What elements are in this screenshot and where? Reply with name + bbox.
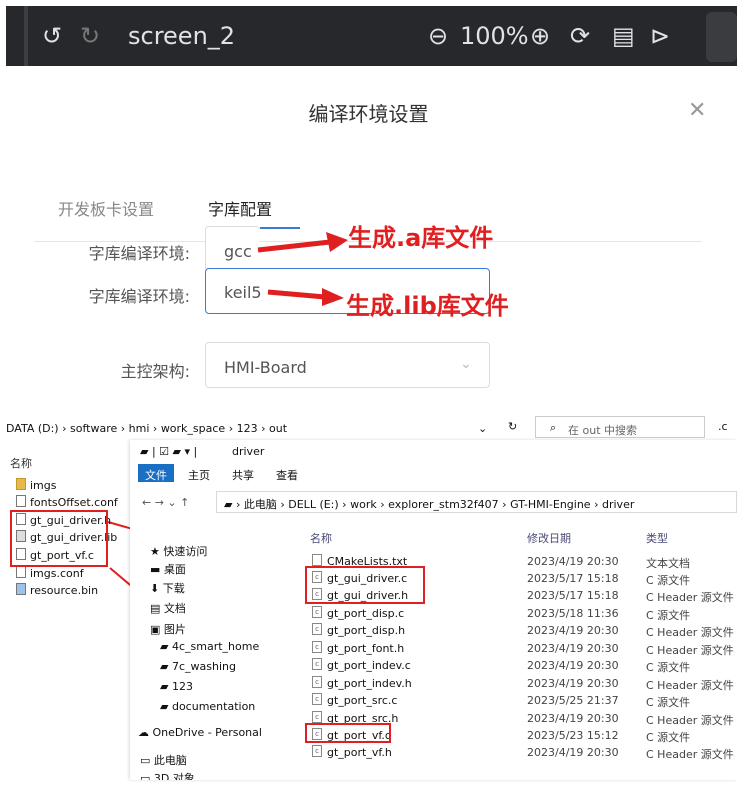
ribbon-file-label: 文件 xyxy=(145,469,167,482)
c-file-icon: c xyxy=(312,711,322,723)
bin-file-icon xyxy=(16,583,26,595)
row-type: C Header 源文件 xyxy=(646,591,734,604)
crumb[interactable]: explorer_stm32f407 xyxy=(388,498,499,511)
row-date: 2023/4/19 20:30 xyxy=(527,746,619,759)
row-date: 2023/5/23 15:12 xyxy=(527,729,619,742)
crumb[interactable]: out xyxy=(269,422,287,435)
crumb[interactable]: driver xyxy=(602,498,634,511)
window-title: driver xyxy=(232,445,265,458)
row-date: 2023/5/25 21:37 xyxy=(527,694,619,707)
crumb[interactable]: GT-HMI-Engine xyxy=(510,498,591,511)
ribbon-home[interactable]: 主页 xyxy=(188,467,210,483)
row-type: C 源文件 xyxy=(646,661,691,674)
title-bar-icons: ▰ | ☑ ▰ ▾ | xyxy=(140,445,198,458)
crumb-drive[interactable]: DATA (D:) xyxy=(6,422,59,435)
c-file-icon: c xyxy=(312,676,322,688)
row-type: C Header 源文件 xyxy=(646,644,734,657)
row-date: 2023/5/17 15:18 xyxy=(527,589,619,602)
row-type: 文本文档 xyxy=(646,557,690,570)
row-type: C Header 源文件 xyxy=(646,748,734,761)
nav-quick-access[interactable]: ★ 快速访问 xyxy=(150,543,207,559)
row-date: 2023/4/19 20:30 xyxy=(527,555,619,568)
search-icon: ⌕ xyxy=(550,421,557,434)
row-name[interactable]: gt_port_indev.h xyxy=(327,677,412,690)
search-placeholder: 在 out 中搜索 xyxy=(568,424,638,437)
nav-this-pc[interactable]: ▭ 此电脑 xyxy=(140,752,187,768)
nav-folder[interactable]: ▰ 123 xyxy=(160,680,193,693)
row-type: C Header 源文件 xyxy=(646,714,734,727)
c-file-icon: c xyxy=(312,658,322,670)
nav-folder[interactable]: ▰ documentation xyxy=(160,700,255,713)
col-name[interactable]: 名称 xyxy=(310,530,332,546)
row-name[interactable]: gt_port_font.h xyxy=(327,642,404,655)
crumb[interactable]: DELL (E:) xyxy=(288,498,338,511)
row-date: 2023/5/18 11:36 xyxy=(527,607,619,620)
row-type: C 源文件 xyxy=(646,696,691,709)
back-file[interactable]: imgs xyxy=(30,479,57,492)
highlight-box xyxy=(305,723,391,743)
row-date: 2023/4/19 20:30 xyxy=(527,677,619,690)
folder-icon xyxy=(16,478,26,490)
col-type[interactable]: 类型 xyxy=(646,530,668,546)
row-name[interactable]: gt_port_vf.h xyxy=(327,746,392,759)
row-type: C 源文件 xyxy=(646,731,691,744)
nav-desktop[interactable]: ▬ 桌面 xyxy=(150,561,186,577)
nav-folder[interactable]: ▰ 4c_smart_home xyxy=(160,640,259,653)
back-col-name[interactable]: 名称 xyxy=(10,455,32,471)
row-name[interactable]: gt_port_disp.c xyxy=(327,607,404,620)
row-name[interactable]: gt_port_indev.c xyxy=(327,659,411,672)
ribbon-view[interactable]: 查看 xyxy=(276,467,298,483)
row-type: C Header 源文件 xyxy=(646,679,734,692)
back-file[interactable]: resource.bin xyxy=(30,584,98,597)
row-date: 2023/4/19 20:30 xyxy=(527,642,619,655)
c-file-icon: c xyxy=(312,623,322,635)
txt-file-icon xyxy=(312,554,322,566)
row-name[interactable]: gt_port_disp.h xyxy=(327,624,405,637)
ribbon-share[interactable]: 共享 xyxy=(232,467,254,483)
row-name[interactable]: gt_port_src.c xyxy=(327,694,397,707)
row-date: 2023/4/19 20:30 xyxy=(527,659,619,672)
row-date: 2023/4/19 20:30 xyxy=(527,712,619,725)
crumb[interactable]: software xyxy=(70,422,117,435)
crumb[interactable]: 123 xyxy=(237,422,258,435)
nav-onedrive[interactable]: ☁ OneDrive - Personal xyxy=(138,726,262,739)
file-icon xyxy=(16,566,26,578)
file-icon xyxy=(16,495,26,507)
chevron-down-icon[interactable]: ⌄ xyxy=(478,422,487,435)
highlight-box xyxy=(305,566,425,604)
annotation-a-lib: 生成.a库文件 xyxy=(348,224,494,252)
c-file-icon: c xyxy=(312,745,322,757)
row-date: 2023/5/17 15:18 xyxy=(527,572,619,585)
nav-pictures[interactable]: ▣ 图片 xyxy=(150,621,186,637)
row-type: C 源文件 xyxy=(646,574,691,587)
back-path[interactable]: DATA (D:) › software › hmi › work_space … xyxy=(6,422,287,435)
crumb[interactable]: work xyxy=(350,498,377,511)
c-file-icon: c xyxy=(312,606,322,618)
col-date[interactable]: 修改日期 xyxy=(527,530,571,546)
nav-arrows[interactable]: ← → ⌄ ↑ xyxy=(142,496,189,509)
nav-downloads[interactable]: ⬇ 下载 xyxy=(150,580,185,596)
c-file-icon: c xyxy=(312,693,322,705)
back-edge-text: .c xyxy=(718,420,728,433)
c-file-icon: c xyxy=(312,641,322,653)
crumb[interactable]: hmi xyxy=(129,422,150,435)
crumb[interactable]: work_space xyxy=(161,422,225,435)
crumb[interactable]: 此电脑 xyxy=(244,498,277,511)
nav-folder[interactable]: ▰ 7c_washing xyxy=(160,660,236,673)
row-date: 2023/4/19 20:30 xyxy=(527,624,619,637)
refresh-icon[interactable]: ↻ xyxy=(508,420,517,433)
row-type: C 源文件 xyxy=(646,609,691,622)
nav-3d[interactable]: ▭ 3D 对象 xyxy=(140,770,195,780)
back-file[interactable]: fontsOffset.conf xyxy=(30,496,118,509)
nav-documents[interactable]: ▤ 文档 xyxy=(150,600,186,616)
row-type: C Header 源文件 xyxy=(646,626,734,639)
back-file[interactable]: imgs.conf xyxy=(30,567,84,580)
annotation-lib-lib: 生成.lib库文件 xyxy=(346,292,509,320)
highlight-box xyxy=(10,510,108,567)
front-path[interactable]: ▰ › 此电脑 › DELL (E:) › work › explorer_st… xyxy=(224,496,634,512)
